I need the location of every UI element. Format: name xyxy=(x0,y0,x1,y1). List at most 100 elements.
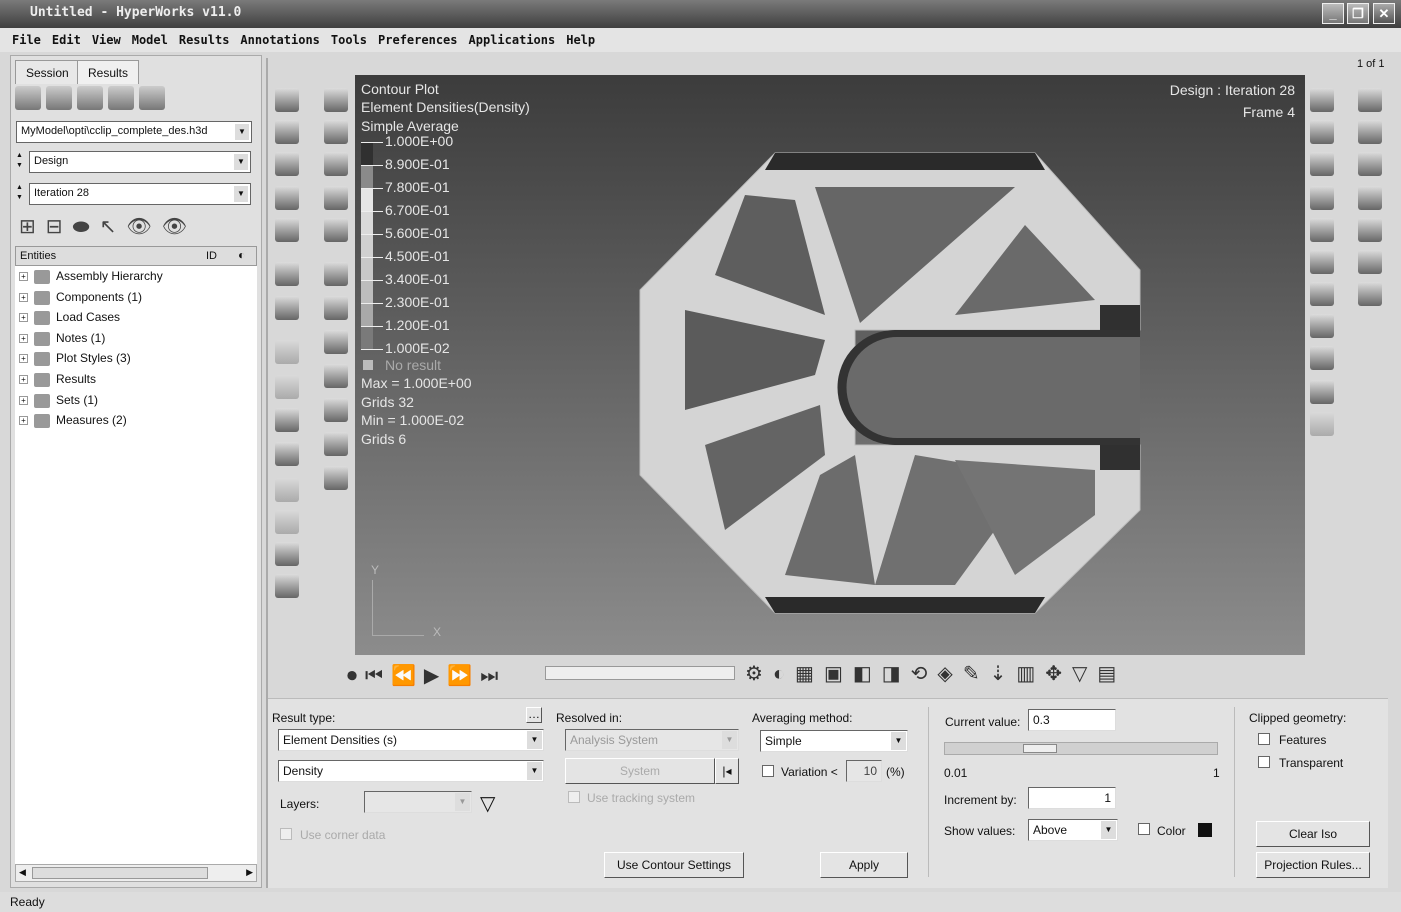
collapse-icon[interactable]: ⊟ xyxy=(46,216,73,238)
tree-item-notes[interactable]: + Notes (1) xyxy=(16,329,256,349)
toolbar-tool-icon[interactable] xyxy=(1358,152,1382,176)
settings-icon[interactable]: ⚙ xyxy=(745,663,773,685)
toolbar-tool-icon[interactable] xyxy=(1310,314,1334,338)
cube-icon[interactable]: ▣ xyxy=(824,663,853,685)
menu-tools[interactable]: Tools xyxy=(331,33,367,47)
subcase-spinner[interactable]: ▲ ▼ xyxy=(16,151,26,173)
step-spinner[interactable]: ▲ ▼ xyxy=(16,183,26,205)
features-checkbox[interactable] xyxy=(1258,733,1270,745)
notes-icon[interactable]: ▤ xyxy=(1097,663,1126,685)
step-forward-icon[interactable]: ⏩ xyxy=(447,665,480,687)
close-button[interactable]: ✕ xyxy=(1373,3,1395,24)
step-back-icon[interactable]: ⏪ xyxy=(391,665,424,687)
menu-annotations[interactable]: Annotations xyxy=(240,33,319,47)
mesh-icon[interactable]: ▦ xyxy=(795,663,824,685)
toolbar-tool-icon[interactable] xyxy=(275,442,299,466)
component-display-icon[interactable]: ⬬ xyxy=(73,216,100,238)
filter-icon[interactable]: ▽ xyxy=(1072,663,1097,685)
filter-icon[interactable]: ▽ xyxy=(480,791,495,816)
expand-icon[interactable]: + xyxy=(19,292,28,302)
tree-item-measures[interactable]: + Measures (2) xyxy=(16,411,256,431)
tree-item-plot-styles[interactable]: + Plot Styles (3) xyxy=(16,349,256,369)
maximize-button[interactable]: ❐ xyxy=(1347,3,1369,24)
tab-results[interactable]: Results xyxy=(77,60,140,84)
select-cursor-icon[interactable]: ↖ xyxy=(100,216,127,238)
expand-icon[interactable]: + xyxy=(19,333,28,343)
toolbar-tool-icon[interactable] xyxy=(324,296,348,320)
toolbar-tool-icon[interactable] xyxy=(1310,412,1334,436)
toolbar-tool-icon[interactable] xyxy=(324,432,348,456)
slider-thumb[interactable] xyxy=(1023,744,1057,753)
toolbar-tool-icon[interactable] xyxy=(1310,218,1334,242)
toolbar-tool-icon[interactable] xyxy=(275,542,299,566)
variation-checkbox[interactable] xyxy=(762,765,774,777)
toolbar-tool-icon[interactable] xyxy=(275,186,299,210)
rotate-icon[interactable]: ⟲ xyxy=(911,663,938,685)
toolbar-tool-icon[interactable] xyxy=(1310,120,1334,144)
menu-applications[interactable]: Applications xyxy=(469,33,556,47)
toolbar-tool-icon[interactable] xyxy=(324,466,348,490)
toolbar-tool-icon[interactable] xyxy=(324,330,348,354)
toolbar-tool-icon[interactable] xyxy=(275,408,299,432)
id-column[interactable]: ID xyxy=(206,250,217,262)
model-icon[interactable] xyxy=(46,86,72,110)
tracking-icon[interactable]: ✥ xyxy=(1045,663,1072,685)
toolbar-tool-icon[interactable] xyxy=(1358,88,1382,112)
load-icon[interactable] xyxy=(108,86,134,110)
rewind-icon[interactable]: ⏮ xyxy=(365,665,391,687)
toolbar-tool-icon[interactable] xyxy=(324,88,348,112)
menu-file[interactable]: File xyxy=(12,33,41,47)
expand-icon[interactable]: + xyxy=(19,313,28,323)
toolbar-tool-icon[interactable] xyxy=(324,120,348,144)
tab-session[interactable]: Session xyxy=(15,60,80,84)
toolbar-tool-icon[interactable] xyxy=(1310,152,1334,176)
step-select[interactable]: Iteration 28 ▼ xyxy=(29,183,251,205)
toolbar-tool-icon[interactable] xyxy=(324,218,348,242)
color-checkbox[interactable] xyxy=(1138,823,1150,835)
toolbar-tool-icon[interactable] xyxy=(275,574,299,598)
tracking-checkbox[interactable] xyxy=(568,791,580,803)
transparent-checkbox[interactable] xyxy=(1258,756,1270,768)
expand-icon[interactable]: + xyxy=(19,375,28,384)
toolbar-tool-icon[interactable] xyxy=(275,262,299,286)
expand-icon[interactable]: + xyxy=(19,395,28,405)
menu-help[interactable]: Help xyxy=(566,33,595,47)
tree-item-results[interactable]: + Results xyxy=(16,370,256,390)
menu-preferences[interactable]: Preferences xyxy=(378,33,457,47)
toolbar-tool-icon[interactable] xyxy=(1358,282,1382,306)
animation-slider[interactable] xyxy=(545,666,735,680)
toolbar-tool-icon[interactable] xyxy=(324,152,348,176)
variation-input[interactable]: 10 xyxy=(846,760,882,782)
projection-rules-button[interactable]: Projection Rules... xyxy=(1256,852,1370,878)
chart-icon[interactable]: ▥ xyxy=(1016,663,1045,685)
entities-column[interactable]: Entities xyxy=(20,250,56,262)
component-select[interactable]: Density ▼ xyxy=(278,760,544,782)
tree-item-load-cases[interactable]: + Load Cases xyxy=(16,308,256,328)
toolbar-tool-icon[interactable] xyxy=(1310,380,1334,404)
toolbar-tool-icon[interactable] xyxy=(324,364,348,388)
animation-mode-icon[interactable]: ⏺ xyxy=(347,665,365,687)
iso-icon[interactable]: ◈ xyxy=(937,663,962,685)
expand-icon[interactable]: + xyxy=(19,416,28,426)
toolbar-tool-icon[interactable] xyxy=(1310,250,1334,274)
toolbar-tool-icon[interactable] xyxy=(1358,250,1382,274)
toolbar-tool-icon[interactable] xyxy=(275,510,299,534)
result-type-more-button[interactable]: … xyxy=(526,707,542,723)
open-icon[interactable] xyxy=(15,86,41,110)
system-pick-button[interactable]: |◂ xyxy=(715,758,739,784)
toolbar-tool-icon[interactable] xyxy=(275,340,299,364)
copy-icon[interactable] xyxy=(139,86,165,110)
averaging-select[interactable]: Simple ▼ xyxy=(760,730,908,752)
measure-icon[interactable]: ✎ xyxy=(963,663,990,685)
menu-view[interactable]: View xyxy=(92,33,121,47)
play-icon[interactable]: ▶ xyxy=(424,665,447,687)
clip-icon[interactable]: ◨ xyxy=(882,663,911,685)
toolbar-tool-icon[interactable] xyxy=(1310,88,1334,112)
eye-show-icon[interactable]: 👁 xyxy=(162,216,197,238)
system-button[interactable]: System xyxy=(565,758,715,784)
increment-input[interactable]: 1 xyxy=(1028,787,1116,809)
toolbar-tool-icon[interactable] xyxy=(1358,218,1382,242)
component-icon[interactable] xyxy=(77,86,103,110)
graphics-viewport[interactable]: Contour Plot Element Densities(Density) … xyxy=(355,75,1305,655)
section-icon[interactable]: ◧ xyxy=(853,663,882,685)
